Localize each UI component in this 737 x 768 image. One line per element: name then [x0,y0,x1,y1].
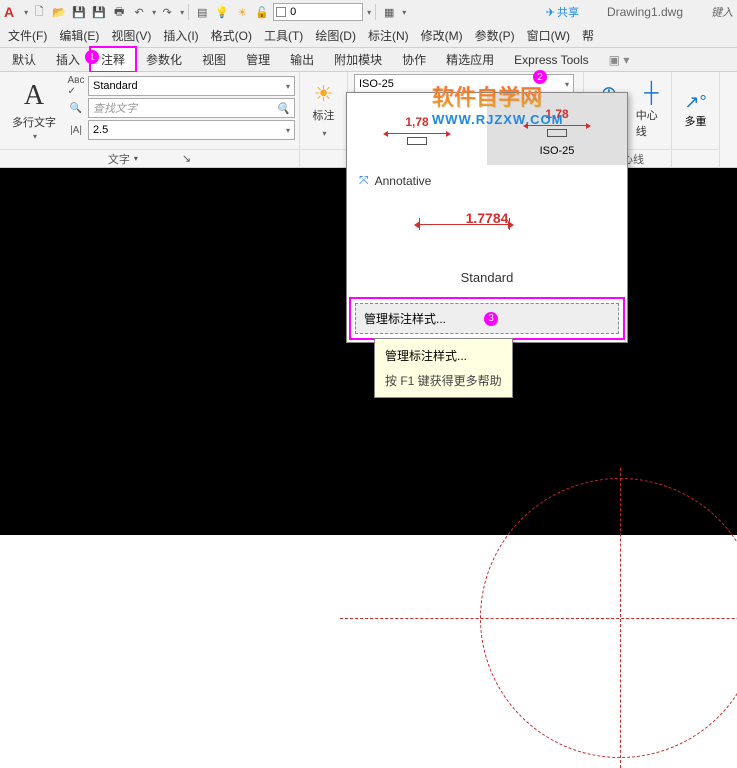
textheight-combo[interactable]: 2.5 ▾ [88,120,295,140]
undo-icon[interactable]: ↶ [130,3,148,21]
open-icon[interactable]: 📂 [50,3,68,21]
layer-icon[interactable]: ▤ [193,3,211,21]
text-icon: A [24,80,44,112]
menu-view[interactable]: 视图(V) [105,25,157,46]
dimstyle-item-annotative[interactable]: ⤧ Annotative [347,165,627,196]
tab-view[interactable]: 视图 [192,48,236,71]
mleader-button[interactable]: ↗° 多重 [684,92,706,129]
menu-modify[interactable]: 修改(M) [415,25,469,46]
centerline-icon: ┼ [644,82,658,105]
dropdown-caret[interactable]: ▾ [24,8,28,17]
text-panel-title[interactable]: 文字▾↘ [0,149,299,167]
dimstyle-preview: 1.7784 [347,196,627,260]
menu-help[interactable]: 帮 [576,25,600,46]
tooltip: 管理标注样式... 按 F1 键获得更多帮助 [374,338,513,398]
leader-panel: ↗° 多重 [672,72,720,167]
tab-overflow[interactable]: ▣ ▾ [605,53,634,67]
centerline-button[interactable]: ┼ 中心线 [636,82,667,139]
dimstyle-dropdown: 1,78 1,78 ISO-25 ⤧ Annotative 1.7784 Sta… [346,92,628,343]
tab-featured[interactable]: 精选应用 [436,48,504,71]
tab-addins[interactable]: 附加模块 [324,48,392,71]
menu-bar: 文件(F) 编辑(E) 视图(V) 插入(I) 格式(O) 工具(T) 绘图(D… [0,24,737,48]
tab-annotate[interactable]: 1 注释 [90,47,136,72]
callout-badge-1: 1 [85,50,99,64]
saveas-icon[interactable]: 💾 [90,3,108,21]
textheight-icon[interactable]: |A| [68,122,84,138]
tab-default[interactable]: 默认 [2,48,46,71]
app-logo: A [4,4,14,20]
menu-tools[interactable]: 工具(T) [258,25,309,46]
dimension-icon: ☀ [313,81,335,107]
mleader-icon: ↗° [684,92,706,113]
lock-icon[interactable]: 🔓 [253,3,271,21]
print-icon[interactable]: 🖶 [110,3,128,21]
dimstyle-item-current[interactable]: 1,78 [347,93,487,165]
menu-window[interactable]: 窗口(W) [521,25,576,46]
save-icon[interactable]: 💾 [70,3,88,21]
new-icon[interactable]: 🗋 [30,3,48,21]
menu-dimension[interactable]: 标注(N) [362,25,415,46]
tooltip-title: 管理标注样式... [385,347,502,364]
mtext-button[interactable]: A 多行文字 ▾ [4,76,64,145]
drawing-axis-v [620,468,621,768]
layer-selector[interactable]: 0 [273,3,363,21]
find-text-input[interactable]: 查找文字 🔍 [88,98,295,118]
menu-format[interactable]: 格式(O) [205,25,258,46]
dimstyle-item-iso25[interactable]: 1,78 ISO-25 [487,93,627,165]
search-hint[interactable]: 键入 [711,4,733,20]
callout-badge-3: 3 [484,312,498,326]
grid-icon[interactable]: ▦ [380,3,398,21]
ribbon-tabs: 默认 插入 1 注释 参数化 视图 管理 输出 附加模块 协作 精选应用 Exp… [0,48,737,72]
textstyle-icon[interactable]: Aʙᴄ✓ [68,78,84,94]
callout-badge-2: 2 [533,70,547,84]
tab-collab[interactable]: 协作 [392,48,436,71]
drawing-axis-h [340,618,737,619]
share-icon: ✈ [546,6,555,19]
annotative-icon: ⤧ [359,173,369,188]
find-icon[interactable]: 🔍 [68,100,84,116]
document-title: Drawing1.dwg [607,5,683,19]
menu-file[interactable]: 文件(F) [2,25,53,46]
highlight-box-3: 管理标注样式... 3 [349,297,625,340]
text-panel: A 多行文字 ▾ Aʙᴄ✓ Standard ▾ 🔍 查找文字 🔍 [0,72,300,167]
dimstyle-item-standard[interactable]: Standard [347,260,627,295]
manage-dimstyles-button[interactable]: 管理标注样式... 3 [355,303,619,334]
menu-edit[interactable]: 编辑(E) [53,25,105,46]
quick-access-toolbar: A ▾ 🗋 📂 💾 💾 🖶 ↶▾ ↷▾ ▤ 💡 ☀ 🔓 0 ▾ ▦▾ ✈ 共享 … [0,0,737,24]
menu-param[interactable]: 参数(P) [469,25,521,46]
tab-express[interactable]: Express Tools [504,50,598,70]
light-icon[interactable]: 💡 [213,3,231,21]
menu-draw[interactable]: 绘图(D) [309,25,362,46]
sun-icon[interactable]: ☀ [233,3,251,21]
textstyle-combo[interactable]: Standard ▾ [88,76,295,96]
dimension-panel: ☀ 标注 ▾ [300,72,348,167]
tab-insert[interactable]: 插入 [46,48,90,71]
tab-manage[interactable]: 管理 [236,48,280,71]
dimension-button[interactable]: ☀ 标注 ▾ [313,81,335,141]
menu-insert[interactable]: 插入(I) [157,25,204,46]
tab-parametric[interactable]: 参数化 [136,48,192,71]
tab-output[interactable]: 输出 [280,48,324,71]
tooltip-help: 按 F1 键获得更多帮助 [385,372,502,389]
share-button[interactable]: ✈ 共享 [546,4,579,20]
redo-icon[interactable]: ↷ [158,3,176,21]
